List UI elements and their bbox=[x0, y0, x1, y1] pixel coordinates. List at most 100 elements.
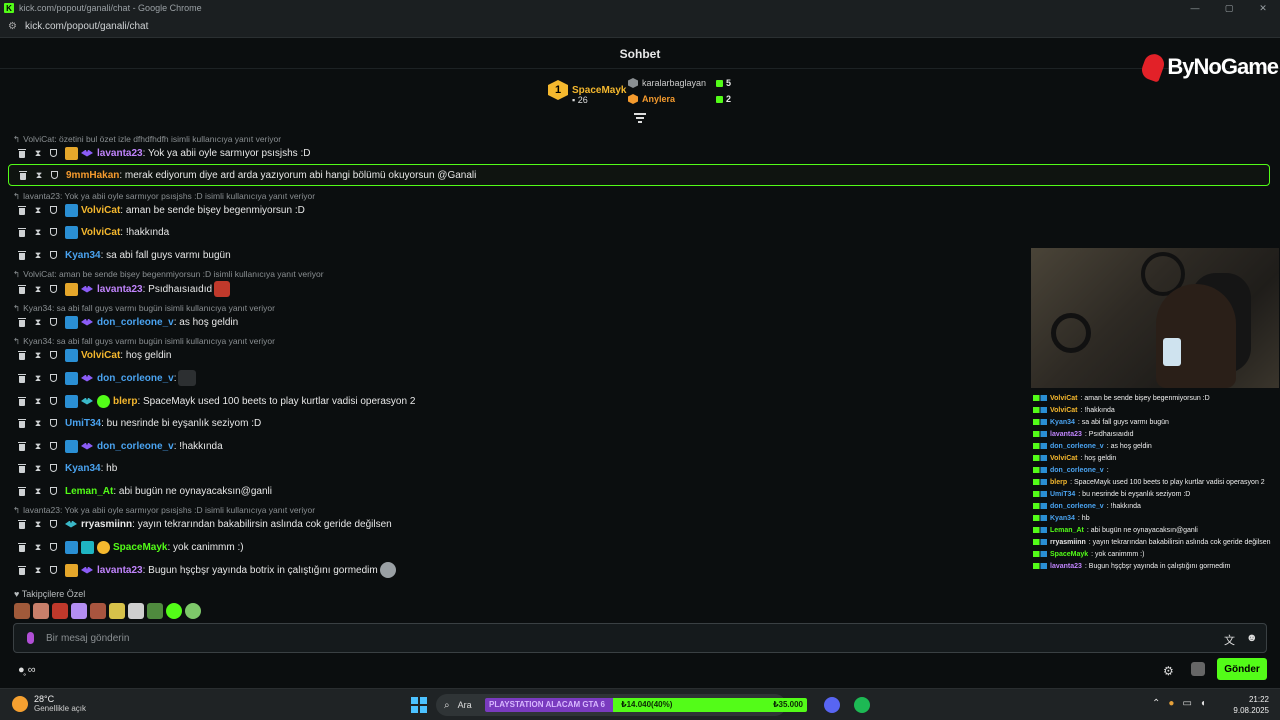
delete-icon[interactable] bbox=[18, 418, 26, 428]
mic-tray-icon[interactable]: ● bbox=[1168, 698, 1174, 709]
message-username[interactable]: Leman_At bbox=[65, 486, 113, 497]
leaderboard-first[interactable]: 1 SpaceMayk ▪ 26 bbox=[548, 80, 626, 105]
message-username[interactable]: don_corleone_v bbox=[97, 317, 174, 328]
delete-icon[interactable] bbox=[18, 350, 26, 360]
message-username[interactable]: Kyan34 bbox=[65, 250, 101, 261]
delete-icon[interactable] bbox=[18, 373, 26, 383]
ban-icon[interactable] bbox=[51, 171, 58, 179]
emote-icon[interactable] bbox=[14, 603, 30, 619]
emote-icon[interactable] bbox=[147, 603, 163, 619]
ban-icon[interactable] bbox=[50, 487, 57, 495]
ban-icon[interactable] bbox=[50, 397, 57, 405]
ban-icon[interactable] bbox=[50, 251, 57, 259]
message-username[interactable]: don_corleone_v bbox=[97, 373, 174, 384]
site-info-icon[interactable]: ⚙ bbox=[8, 21, 17, 32]
message-username[interactable]: VolviCat bbox=[81, 205, 120, 216]
delete-icon[interactable] bbox=[18, 542, 26, 552]
close-button[interactable]: ✕ bbox=[1246, 0, 1280, 16]
message-username[interactable]: Kyan34 bbox=[65, 463, 101, 474]
chat-message[interactable]: ⧗ VolviCat: !hakkında bbox=[8, 222, 1270, 242]
emote-icon[interactable] bbox=[90, 603, 106, 619]
message-username[interactable]: lavanta23 bbox=[97, 284, 143, 295]
discord-icon[interactable] bbox=[824, 697, 840, 713]
delete-icon[interactable] bbox=[18, 441, 26, 451]
chat-message-highlighted[interactable]: ⧗ 9mmHakan: merak ediyorum diye ard arda… bbox=[8, 164, 1270, 186]
start-button-icon[interactable] bbox=[411, 697, 427, 713]
timeout-icon[interactable]: ⧗ bbox=[34, 565, 42, 575]
timeout-icon[interactable]: ⧗ bbox=[34, 542, 42, 552]
delete-icon[interactable] bbox=[18, 463, 26, 473]
emote-icon[interactable] bbox=[185, 603, 201, 619]
settings-icon[interactable]: ⚙ bbox=[1163, 664, 1174, 678]
timeout-icon[interactable]: ⧗ bbox=[34, 396, 42, 406]
emote-icon[interactable] bbox=[33, 603, 49, 619]
chevron-up-icon[interactable]: ⌃ bbox=[1152, 698, 1160, 709]
address-bar[interactable]: ⚙ kick.com/popout/ganali/chat bbox=[0, 16, 1280, 38]
message-username[interactable]: rryasmiinn bbox=[81, 519, 132, 530]
maximize-button[interactable]: ▢ bbox=[1212, 0, 1246, 16]
ban-icon[interactable] bbox=[50, 566, 57, 574]
heart-emote-icon[interactable] bbox=[71, 603, 87, 619]
message-username[interactable]: SpaceMayk bbox=[113, 542, 167, 553]
emote-icon[interactable] bbox=[166, 603, 182, 619]
timeout-icon[interactable]: ⧗ bbox=[34, 227, 42, 237]
timeout-icon[interactable]: ⧗ bbox=[35, 170, 43, 180]
timeout-icon[interactable]: ⧗ bbox=[34, 350, 42, 360]
weather-widget[interactable]: 28°C Genellikle açık bbox=[12, 694, 86, 713]
timeout-icon[interactable]: ⧗ bbox=[34, 284, 42, 294]
timeout-icon[interactable]: ⧗ bbox=[34, 463, 42, 473]
ban-icon[interactable] bbox=[50, 520, 57, 528]
filter-icon[interactable] bbox=[634, 113, 646, 123]
translate-icon[interactable]: 文 bbox=[1224, 632, 1235, 648]
ban-icon[interactable] bbox=[50, 543, 57, 551]
ban-icon[interactable] bbox=[50, 149, 57, 157]
message-username[interactable]: don_corleone_v bbox=[97, 441, 174, 452]
delete-icon[interactable] bbox=[18, 519, 26, 529]
message-username[interactable]: UmiT34 bbox=[65, 418, 101, 429]
timeout-icon[interactable]: ⧗ bbox=[34, 250, 42, 260]
points-icon[interactable]: ●̥ ∞ bbox=[18, 664, 36, 676]
timeout-icon[interactable]: ⧗ bbox=[34, 373, 42, 383]
emoji-icon[interactable]: ☻ bbox=[1246, 632, 1258, 644]
ban-icon[interactable] bbox=[50, 351, 57, 359]
ban-icon[interactable] bbox=[50, 442, 57, 450]
extension-icon[interactable] bbox=[1191, 662, 1205, 676]
ban-icon[interactable] bbox=[50, 374, 57, 382]
timeout-icon[interactable]: ⧗ bbox=[34, 148, 42, 158]
timeout-icon[interactable]: ⧗ bbox=[34, 519, 42, 529]
ban-icon[interactable] bbox=[50, 419, 57, 427]
emote-icon[interactable] bbox=[128, 603, 144, 619]
emote-icon[interactable] bbox=[109, 603, 125, 619]
delete-icon[interactable] bbox=[18, 205, 26, 215]
delete-icon[interactable] bbox=[18, 227, 26, 237]
delete-icon[interactable] bbox=[18, 486, 26, 496]
delete-icon[interactable] bbox=[18, 317, 26, 327]
timeout-icon[interactable]: ⧗ bbox=[34, 205, 42, 215]
message-username[interactable]: lavanta23 bbox=[97, 565, 143, 576]
ban-icon[interactable] bbox=[50, 285, 57, 293]
chat-message[interactable]: ⧗ lavanta23: Yok ya abii oyle sarmıyor p… bbox=[8, 143, 1270, 163]
chat-message[interactable]: ⧗ VolviCat: aman be sende bişey begenmiy… bbox=[8, 200, 1270, 220]
send-button[interactable]: Gönder bbox=[1217, 658, 1267, 680]
delete-icon[interactable] bbox=[18, 565, 26, 575]
timeout-icon[interactable]: ⧗ bbox=[34, 418, 42, 428]
delete-icon[interactable] bbox=[19, 170, 27, 180]
network-icon[interactable]: ▭ bbox=[1182, 698, 1191, 709]
message-input[interactable] bbox=[46, 630, 1196, 646]
ban-icon[interactable] bbox=[50, 464, 57, 472]
ban-icon[interactable] bbox=[50, 206, 57, 214]
ban-icon[interactable] bbox=[50, 228, 57, 236]
timeout-icon[interactable]: ⧗ bbox=[34, 441, 42, 451]
spotify-icon[interactable] bbox=[854, 697, 870, 713]
emote-icon[interactable] bbox=[52, 603, 68, 619]
timeout-icon[interactable]: ⧗ bbox=[34, 486, 42, 496]
delete-icon[interactable] bbox=[18, 250, 26, 260]
delete-icon[interactable] bbox=[18, 396, 26, 406]
leaderboard-row[interactable]: karalarbaglayan 5 bbox=[628, 78, 738, 88]
timeout-icon[interactable]: ⧗ bbox=[34, 317, 42, 327]
mic-icon[interactable] bbox=[27, 632, 34, 644]
delete-icon[interactable] bbox=[18, 284, 26, 294]
volume-icon[interactable]: ◖ bbox=[1200, 698, 1206, 709]
message-username[interactable]: blerp bbox=[113, 396, 137, 407]
delete-icon[interactable] bbox=[18, 148, 26, 158]
